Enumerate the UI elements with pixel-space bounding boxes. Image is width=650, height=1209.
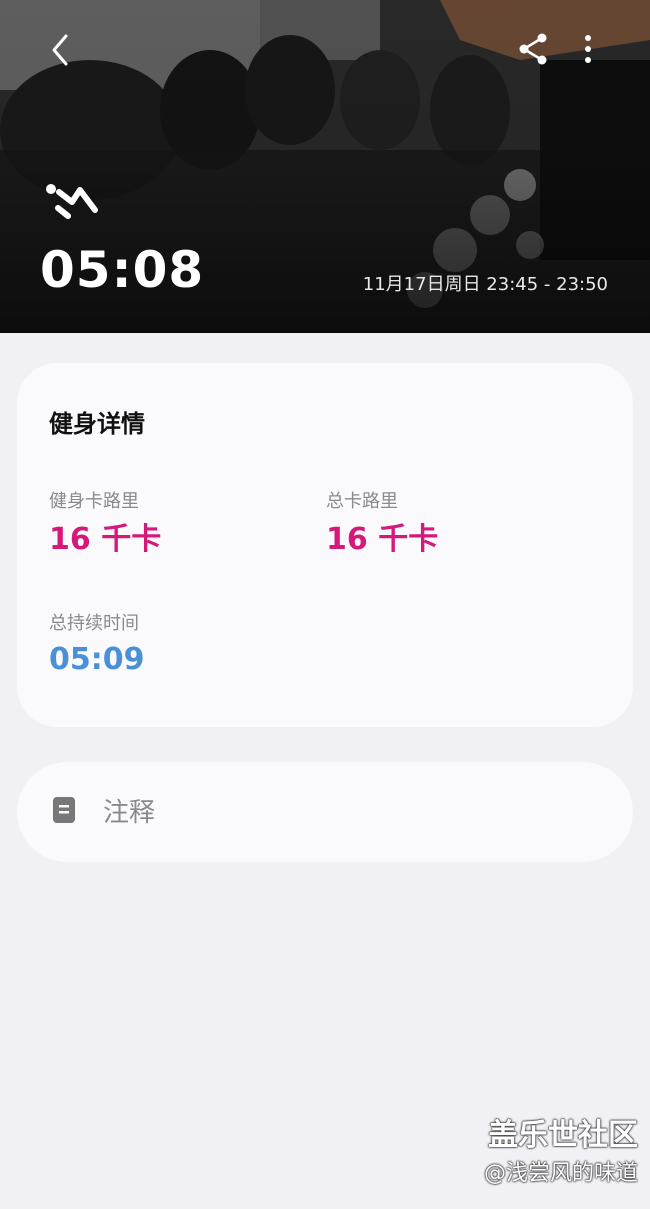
notes-label: 注释: [103, 798, 156, 828]
total-calories-value: 16 千卡: [326, 522, 439, 557]
more-vertical-icon[interactable]: [572, 28, 604, 72]
note-icon: [53, 797, 75, 823]
total-duration-label: 总持续时间: [49, 613, 139, 634]
total-duration-value: 05:09: [49, 642, 145, 677]
workout-time-range: 11月17日周日 23:45 - 23:50: [362, 274, 608, 295]
workout-person-icon: [46, 184, 98, 219]
notes-button[interactable]: 注释: [17, 762, 633, 862]
workout-calories-value: 16 千卡: [49, 522, 162, 557]
workout-header: 05:08 11月17日周日 23:45 - 23:50: [0, 0, 650, 333]
workout-duration: 05:08: [40, 241, 205, 299]
back-button[interactable]: [40, 26, 84, 74]
share-icon[interactable]: [512, 28, 556, 72]
watermark-author: @浅尝风的味道: [483, 1161, 638, 1186]
total-calories-label: 总卡路里: [326, 491, 398, 512]
workout-calories-label: 健身卡路里: [49, 491, 139, 512]
watermark-community: 盖乐世社区: [488, 1118, 638, 1153]
workout-details-card: 健身详情 健身卡路里 16 千卡 总卡路里 16 千卡 总持续时间 05:09: [17, 363, 633, 727]
details-title: 健身详情: [49, 410, 145, 438]
